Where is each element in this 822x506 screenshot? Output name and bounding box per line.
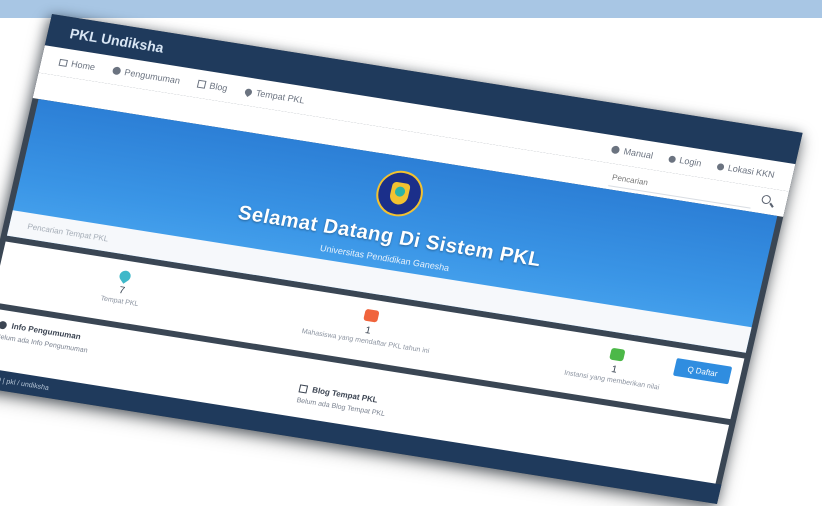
sitemap-icon [609, 347, 626, 362]
nav-login[interactable]: Login [667, 153, 703, 169]
home-icon [58, 58, 69, 67]
university-logo [371, 167, 428, 220]
nav-pengumuman-label: Pengumuman [123, 67, 182, 86]
top-band [0, 0, 822, 18]
browser-page: PKL Undiksha Home Pengumuman Blog Tempat… [0, 14, 803, 505]
briefcase-icon [363, 308, 380, 323]
pin-icon [117, 268, 133, 284]
nav-home-label: Home [70, 58, 97, 73]
nav-tempat-pkl[interactable]: Tempat PKL [243, 86, 306, 106]
info-icon [0, 320, 8, 330]
blog-icon [298, 383, 309, 393]
nav-home[interactable]: Home [58, 57, 96, 72]
search-icon[interactable] [760, 194, 772, 205]
blog-block: Blog Tempat PKL Belum ada Blog Tempat PK… [296, 383, 389, 418]
footer-text: © 2019 | pkl / undiksha [0, 374, 50, 392]
hero-search-placeholder: Pencarian Tempat PKL [26, 221, 110, 243]
location-pin-icon [243, 86, 254, 97]
info-icon [611, 145, 621, 155]
megaphone-icon [111, 66, 122, 76]
nav-blog[interactable]: Blog [196, 79, 229, 94]
blog-icon [196, 79, 207, 89]
announcement-block: Info Pengumuman Belum ada Info Pengumuma… [0, 320, 91, 355]
nav-lokasi-label: Lokasi KKN [726, 162, 776, 180]
nav-lokasi[interactable]: Lokasi KKN [716, 161, 776, 180]
user-icon [716, 162, 725, 171]
nav-blog-label: Blog [208, 80, 229, 94]
nav-manual[interactable]: Manual [611, 144, 655, 161]
nav-tempat-pkl-label: Tempat PKL [254, 88, 306, 106]
nav-login-label: Login [678, 155, 703, 169]
nav-pengumuman[interactable]: Pengumuman [111, 65, 182, 86]
nav-manual-label: Manual [622, 146, 655, 161]
user-icon [667, 154, 677, 163]
